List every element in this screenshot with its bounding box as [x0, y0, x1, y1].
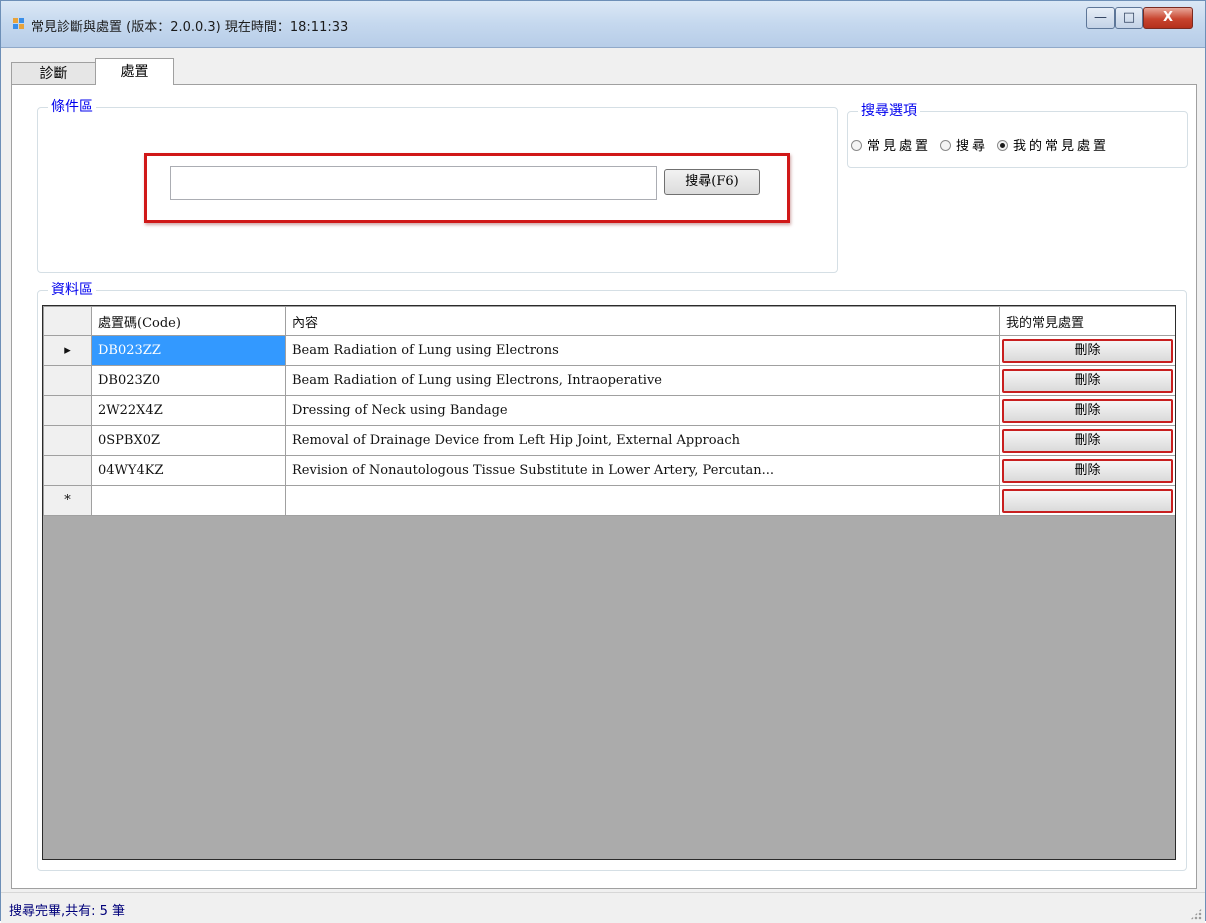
status-text: 搜尋完畢,共有: 5 筆	[9, 904, 126, 919]
column-header-my-common[interactable]: 我的常見處置	[999, 306, 1175, 336]
maximize-button[interactable]: □	[1115, 7, 1143, 29]
new-cell-code[interactable]	[91, 485, 286, 516]
radio-search[interactable]	[940, 140, 952, 151]
radio-label-my-common-procedure[interactable]: 我的常見處置	[1013, 139, 1109, 154]
cell-action: 刪除	[999, 365, 1175, 396]
delete-button[interactable]: 刪除	[1002, 338, 1173, 363]
column-header-code[interactable]: 處置碼(Code)	[91, 306, 286, 336]
radio-my-common-procedure[interactable]	[997, 140, 1009, 151]
row-header[interactable]	[43, 395, 92, 426]
table-row[interactable]: ▸ DB023ZZ Beam Radiation of Lung using E…	[43, 335, 1175, 366]
cell-code[interactable]: 2W22X4Z	[91, 395, 286, 426]
minimize-button[interactable]: —	[1086, 7, 1115, 29]
radio-common-procedure[interactable]	[851, 140, 862, 151]
new-row-action-button[interactable]	[1002, 488, 1173, 513]
close-button[interactable]: X	[1143, 7, 1193, 29]
new-cell-action	[999, 485, 1175, 516]
cell-content[interactable]: Dressing of Neck using Bandage	[285, 395, 1000, 426]
cell-action: 刪除	[999, 455, 1175, 486]
condition-legend: 條件區	[48, 98, 96, 116]
cell-code[interactable]: 04WY4KZ	[91, 455, 286, 486]
search-options-legend: 搜尋選項	[858, 102, 920, 120]
cell-content[interactable]: Beam Radiation of Lung using Electrons	[285, 335, 1000, 366]
new-row[interactable]: *	[43, 485, 1175, 516]
corner-header[interactable]	[43, 306, 92, 336]
cell-action: 刪除	[999, 395, 1175, 426]
resize-grip-icon[interactable]	[1190, 908, 1202, 920]
table-row[interactable]: 2W22X4Z Dressing of Neck using Bandage 刪…	[43, 395, 1175, 426]
row-header[interactable]	[43, 455, 92, 486]
table-row[interactable]: 0SPBX0Z Removal of Drainage Device from …	[43, 425, 1175, 456]
table-header-row: 處置碼(Code) 內容 我的常見處置	[43, 306, 1175, 336]
condition-group: 條件區 搜尋(F6)	[37, 98, 838, 273]
table-row[interactable]: 04WY4KZ Revision of Nonautologous Tissue…	[43, 455, 1175, 486]
delete-button[interactable]: 刪除	[1002, 398, 1173, 423]
table-row[interactable]: DB023Z0 Beam Radiation of Lung using Ele…	[43, 365, 1175, 396]
cell-code[interactable]: 0SPBX0Z	[91, 425, 286, 456]
cell-action: 刪除	[999, 425, 1175, 456]
radio-label-common-procedure[interactable]: 常見處置	[867, 139, 931, 154]
radio-label-search[interactable]: 搜尋	[956, 139, 988, 154]
search-highlight-box	[144, 153, 790, 223]
cell-code[interactable]: DB023ZZ	[91, 335, 286, 366]
procedure-grid[interactable]: 處置碼(Code) 內容 我的常見處置 ▸ DB023ZZ Beam Radia…	[42, 305, 1176, 860]
delete-button[interactable]: 刪除	[1002, 368, 1173, 393]
title-bar[interactable]: 常見診斷與處置 (版本：2.0.0.3) 現在時間：18:11:33 — □ X	[1, 1, 1205, 48]
cell-code[interactable]: DB023Z0	[91, 365, 286, 396]
tab-procedure[interactable]: 處置	[95, 58, 174, 85]
delete-button[interactable]: 刪除	[1002, 458, 1173, 483]
search-options-group: 搜尋選項 常見處置 搜尋 我的常見處置	[847, 102, 1188, 168]
tab-diagnosis[interactable]: 診斷	[11, 62, 96, 85]
row-header[interactable]	[43, 425, 92, 456]
cell-content[interactable]: Beam Radiation of Lung using Electrons, …	[285, 365, 1000, 396]
data-legend: 資料區	[48, 281, 96, 299]
app-icon	[13, 18, 25, 30]
new-row-header[interactable]: *	[43, 485, 92, 516]
status-bar: 搜尋完畢,共有: 5 筆	[1, 892, 1205, 923]
window-title: 常見診斷與處置 (版本：2.0.0.3) 現在時間：18:11:33	[31, 20, 349, 35]
column-header-content[interactable]: 內容	[285, 306, 1000, 336]
cell-content[interactable]: Revision of Nonautologous Tissue Substit…	[285, 455, 1000, 486]
row-header[interactable]: ▸	[43, 335, 92, 366]
cell-action: 刪除	[999, 335, 1175, 366]
delete-button[interactable]: 刪除	[1002, 428, 1173, 453]
cell-content[interactable]: Removal of Drainage Device from Left Hip…	[285, 425, 1000, 456]
search-options-radios: 常見處置 搜尋 我的常見處置	[851, 135, 1118, 154]
new-cell-content[interactable]	[285, 485, 1000, 516]
app-window: 常見診斷與處置 (版本：2.0.0.3) 現在時間：18:11:33 — □ X…	[0, 0, 1206, 923]
row-header[interactable]	[43, 365, 92, 396]
procedure-table: 處置碼(Code) 內容 我的常見處置 ▸ DB023ZZ Beam Radia…	[43, 306, 1175, 516]
